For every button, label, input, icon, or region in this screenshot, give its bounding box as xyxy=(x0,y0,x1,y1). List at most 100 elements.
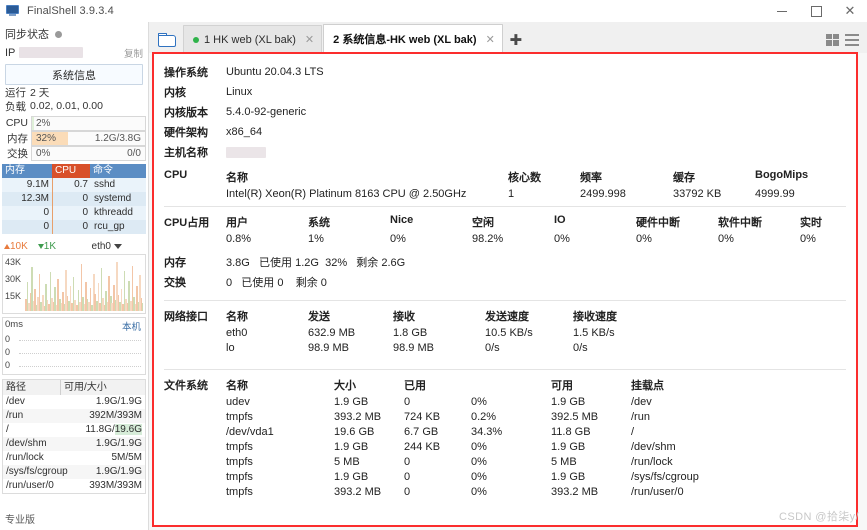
filesystem-row: udev 1.9 GB 0 0% 1.9 GB/dev xyxy=(226,396,846,411)
sysinfo-button[interactable]: 系统信息 xyxy=(5,64,143,85)
filesystem-avail: 392.5 MB xyxy=(551,411,599,423)
open-folder-button[interactable] xyxy=(149,25,183,53)
graph-y-label-1: 30K xyxy=(5,274,22,284)
filesystem-mount: /run/user/0 xyxy=(631,486,684,498)
network-header-2: 接收 xyxy=(393,311,415,323)
network-header-3: 发送速度 xyxy=(485,311,529,323)
process-row[interactable]: 0 0 rcu_gp xyxy=(2,220,146,234)
info-row-2: 内核版本 5.4.0-92-generic xyxy=(164,102,846,122)
filesystem-header-2: 已用 xyxy=(404,380,426,392)
swap-label: 交换 xyxy=(164,277,186,289)
filesystem-pct: 0% xyxy=(471,396,487,408)
cpu-usage-value-3: 98.2% xyxy=(472,233,504,245)
maximize-button[interactable] xyxy=(799,0,833,22)
divider-2 xyxy=(164,300,846,301)
memory-free-label: 剩余 xyxy=(356,257,379,269)
process-cpu: 0 xyxy=(82,221,88,232)
interface-selector[interactable]: eth0 xyxy=(92,241,122,252)
divider-3 xyxy=(164,369,846,370)
filesystem-pct: 0% xyxy=(471,456,487,468)
process-row[interactable]: 0 0 kthreadd xyxy=(2,206,146,220)
uptime-label: 运行 xyxy=(5,86,26,99)
filesystem-used: 724 KB xyxy=(404,411,441,423)
swap-values: 0 已使用 0 剩余 0 xyxy=(226,274,846,290)
minimize-button[interactable] xyxy=(765,0,799,22)
info-value: Linux xyxy=(226,86,253,98)
filesystem-name: tmpfs xyxy=(226,441,253,453)
disk-row[interactable]: /dev 1.9G/1.9G xyxy=(3,395,145,409)
cpu-usage-label: CPU占用 xyxy=(164,217,210,229)
cpu-value-name: Intel(R) Xeon(R) Platinum 8163 CPU @ 2.5… xyxy=(226,188,467,200)
filesystem-name: /dev/vda1 xyxy=(226,426,274,438)
network-header-4: 接收速度 xyxy=(573,311,617,323)
memory-percent: 32% xyxy=(325,257,348,269)
grid-view-icon[interactable] xyxy=(826,33,839,46)
tab-close-icon[interactable]: ✕ xyxy=(486,33,495,46)
filesystem-header-3 xyxy=(471,377,551,393)
disk-row[interactable]: / 11.8G/19.6G xyxy=(3,423,145,437)
cpu-usage-header-1: 系统 xyxy=(308,217,330,229)
process-mem: 0 xyxy=(2,206,53,220)
copy-link[interactable]: 复制 xyxy=(124,46,143,60)
network-header-1: 发送 xyxy=(308,311,330,323)
process-header-cmd: 命令 xyxy=(93,165,113,176)
filesystem-mount: /dev xyxy=(631,396,652,408)
disk-row[interactable]: /sys/fs/cgroup 1.9G/1.9G xyxy=(3,465,145,479)
tab-2[interactable]: 2 系统信息-HK web (XL bak) ✕ xyxy=(323,24,503,53)
list-view-icon[interactable] xyxy=(845,33,859,46)
filesystem-pct: 0.2% xyxy=(471,411,497,423)
disk-row[interactable]: /run/lock 5M/5M xyxy=(3,451,145,465)
meter-label: CPU xyxy=(5,117,28,129)
info-value: 5.4.0-92-generic xyxy=(226,106,307,118)
tab-1[interactable]: 1 HK web (XL bak) ✕ xyxy=(183,25,323,53)
connection-status-icon xyxy=(193,36,199,43)
disk-path: /run/lock xyxy=(6,452,44,463)
info-key: 内核版本 xyxy=(164,107,208,119)
cpu-usage-header-5: 硬件中断 xyxy=(636,217,680,229)
info-value: Ubuntu 20.04.3 LTS xyxy=(226,66,324,78)
latency-unit-label: 0ms xyxy=(5,319,23,330)
disk-avail-size: 392M/393M xyxy=(89,410,142,421)
filesystem-name: tmpfs xyxy=(226,486,253,498)
disk-row[interactable]: /dev/shm 1.9G/1.9G xyxy=(3,437,145,451)
meter-row-0: CPU 2% xyxy=(2,115,146,131)
meter-bar: 32% 1.2G/3.8G xyxy=(31,130,146,146)
swap-used: 0 xyxy=(277,277,284,289)
latency-host-label[interactable]: 本机 xyxy=(122,319,141,333)
meter-detail: 0/0 xyxy=(127,147,141,159)
disk-row[interactable]: /run/user/0 393M/393M xyxy=(3,479,145,493)
filesystem-mount: /run/lock xyxy=(631,456,673,468)
swap-free-label: 剩余 xyxy=(295,277,318,289)
filesystem-name: udev xyxy=(226,396,250,408)
uptime-value: 2 天 xyxy=(30,86,50,99)
disk-avail-size: 1.9G/1.9G xyxy=(95,466,142,477)
cpu-usage-header-row: 用户 系统 Nice 空闲 IO 硬件中断 软件中断 实时 xyxy=(226,214,856,230)
process-row[interactable]: 9.1M 0.7 sshd xyxy=(2,178,146,192)
process-mem: 12.3M xyxy=(2,192,53,206)
close-button[interactable]: ✕ xyxy=(833,0,867,22)
latency-row-1: 0 xyxy=(5,347,11,357)
filesystem-size: 1.9 GB xyxy=(334,471,369,483)
cpu-usage-value-5: 0% xyxy=(636,233,652,245)
filesystem-used: 0 xyxy=(404,486,411,498)
memory-used: 1.2G xyxy=(295,257,319,269)
network-section: 网络接口 名称 发送 接收 发送速度 接收速度 eth0 632.9 MB 1.8 GB 10… xyxy=(164,308,846,357)
filesystem-name: tmpfs xyxy=(226,411,253,423)
process-cmd: sshd xyxy=(94,179,116,190)
process-row[interactable]: 12.3M 0 systemd xyxy=(2,192,146,206)
edition-label: 专业版 xyxy=(5,515,35,526)
swap-section: 交换 0 已使用 0 剩余 0 xyxy=(164,274,846,290)
filesystem-header-0: 名称 xyxy=(226,380,248,392)
latency-row-0: 0 xyxy=(5,334,11,344)
cpu-usage-header-2: Nice xyxy=(390,214,414,226)
disk-path: /dev/shm xyxy=(6,438,47,449)
filesystem-label: 文件系统 xyxy=(164,380,208,392)
new-tab-button[interactable]: ✚ xyxy=(504,26,528,53)
disk-row[interactable]: /run 392M/393M xyxy=(3,409,145,423)
cpu-value-row: Intel(R) Xeon(R) Platinum 8163 CPU @ 2.5… xyxy=(226,188,847,200)
tab-close-icon[interactable]: ✕ xyxy=(305,33,314,46)
network-traffic-graph: 43K 30K 15K xyxy=(2,254,146,314)
disk-path: /run xyxy=(6,410,24,421)
resource-meters: CPU 2% 内存 32% 1.2G/3.8G 交换 0% 0/0 xyxy=(2,115,146,161)
cpu-value-cache: 33792 KB xyxy=(673,188,722,200)
